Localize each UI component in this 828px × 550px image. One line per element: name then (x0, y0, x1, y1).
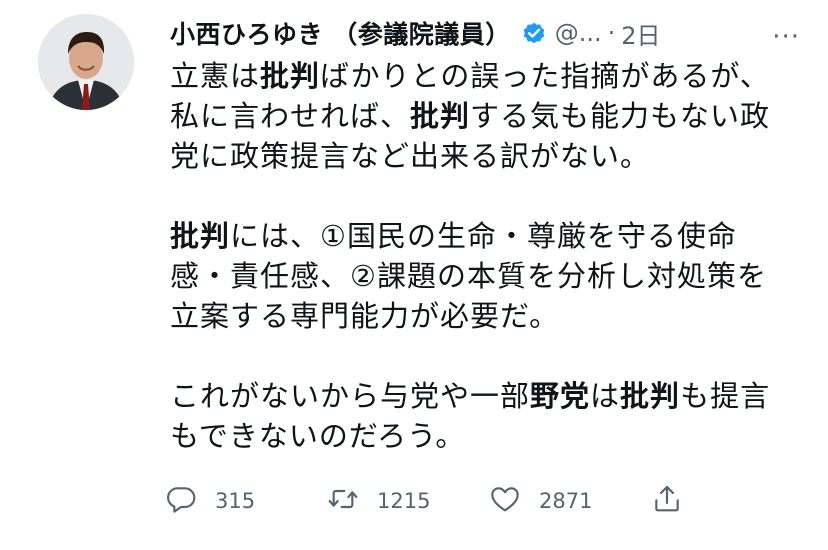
retweet-count: 1215 (377, 489, 431, 513)
share-button[interactable] (651, 483, 683, 519)
tweet-actions: 315 1215 2871 (165, 484, 683, 518)
reply-button[interactable]: 315 (165, 483, 327, 519)
text-segment: これがないから与党や一部 (170, 379, 531, 413)
timestamp[interactable]: 2日 (621, 16, 660, 51)
text-segment: 立案する専門能力が必要だ。 (170, 299, 560, 333)
display-name[interactable]: 小西ひろゆき （参議院議員） (170, 15, 511, 51)
tweet-paragraph: 批判には、①国民の生命・尊厳を守る使命 感・責任感、②課題の本質を分析し対処策を立… (170, 216, 810, 336)
share-icon (651, 483, 683, 519)
tweet-line: 感・責任感、②課題の本質を分析し対処策を (170, 256, 810, 296)
handle[interactable]: @... (555, 19, 602, 47)
tweet-line: これがないから与党や一部野党は批判も提言 (170, 376, 810, 416)
like-icon (489, 483, 521, 519)
text-segment: 感・責任感、②課題の本質を分析し対処策を (170, 259, 767, 293)
like-button[interactable]: 2871 (489, 483, 651, 519)
text-segment: も提言 (680, 379, 771, 413)
highlighted-keyword: 批判 (170, 219, 231, 253)
text-segment: もできないのだろう。 (170, 419, 466, 453)
text-segment: ばかりとの誤った指摘があるが、 (320, 59, 770, 93)
tweet-paragraph: これがないから与党や一部野党は批判も提言 もできないのだろう。 (170, 376, 810, 456)
text-segment: 私に言わせれば、 (170, 99, 411, 133)
text-segment: 立憲は (170, 59, 261, 93)
text-segment: には、①国民の生命・尊厳を守る使命 (230, 219, 738, 253)
tweet-paragraph: 立憲は批判ばかりとの誤った指摘があるが、 私に言わせれば、批判する気も能力もない政… (170, 56, 810, 176)
tweet-line: 批判には、①国民の生命・尊厳を守る使命 (170, 216, 810, 256)
text-segment: 党に政策提言など出来る訳がない。 (170, 139, 651, 173)
separator-dot: · (607, 19, 616, 47)
reply-icon (165, 483, 197, 519)
tweet-line: 私に言わせれば、批判する気も能力もない政 (170, 96, 810, 136)
reply-count: 315 (215, 489, 256, 513)
tweet-line: 党に政策提言など出来る訳がない。 (170, 136, 810, 176)
text-segment: する気も能力もない政 (470, 99, 771, 133)
tweet-line: もできないのだろう。 (170, 416, 810, 456)
highlighted-keyword: 批判 (260, 59, 321, 93)
highlighted-keyword: 野党 (530, 379, 591, 413)
avatar[interactable] (38, 14, 134, 110)
retweet-button[interactable]: 1215 (327, 483, 489, 519)
tweet-header: 小西ひろゆき （参議院議員） @... · 2日 ··· (170, 12, 806, 54)
more-icon[interactable]: ··· (772, 22, 800, 52)
like-count: 2871 (539, 489, 593, 513)
highlighted-keyword: 批判 (410, 99, 471, 133)
tweet-line: 立憲は批判ばかりとの誤った指摘があるが、 (170, 56, 810, 96)
tweet-text: 立憲は批判ばかりとの誤った指摘があるが、 私に言わせれば、批判する気も能力もない政… (170, 56, 810, 456)
highlighted-keyword: 批判 (620, 379, 681, 413)
tweet-line: 立案する専門能力が必要だ。 (170, 296, 810, 336)
retweet-icon (327, 483, 359, 519)
text-segment: は (590, 379, 621, 413)
avatar-photo (38, 14, 134, 110)
verified-badge-icon (521, 20, 547, 46)
